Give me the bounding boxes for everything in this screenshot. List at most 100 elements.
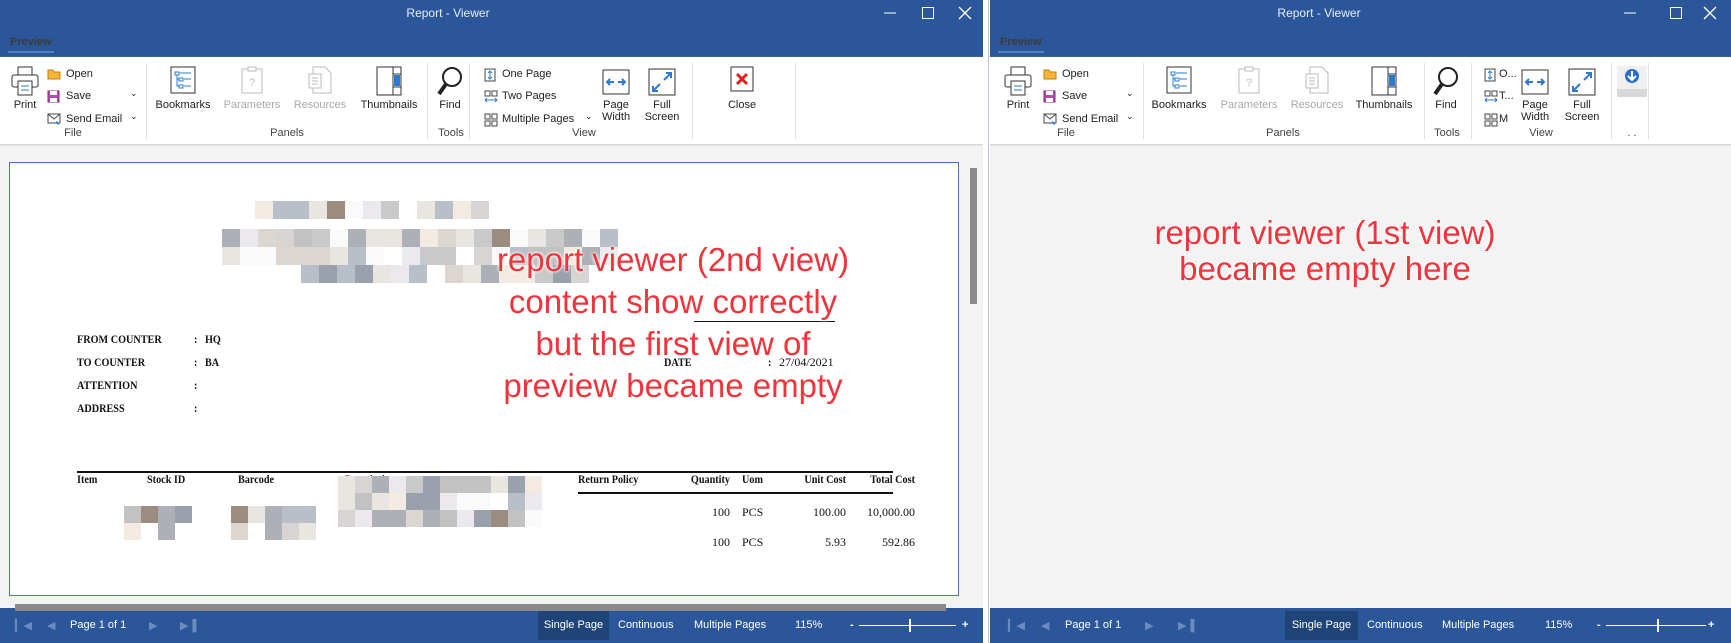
page-width-label: Width — [1520, 111, 1550, 123]
multiple-pages-mode-button[interactable]: Multiple Pages — [694, 619, 766, 631]
close-window-button[interactable] — [954, 3, 976, 23]
cell-uom: PCS — [742, 535, 764, 549]
continuous-mode-button[interactable]: Continuous — [618, 619, 674, 631]
zoom-slider-thumb[interactable] — [1657, 619, 1659, 632]
parameters-icon: ? — [1238, 66, 1260, 97]
horizontal-scrollbar[interactable] — [15, 604, 946, 611]
close-button[interactable]: Close — [720, 59, 764, 121]
close-window-button[interactable] — [1699, 3, 1721, 23]
navigate-down-button[interactable] — [1617, 66, 1647, 100]
save-button[interactable]: Save ⌄ — [47, 88, 140, 106]
last-page-button[interactable]: ▶▐ — [1178, 619, 1194, 632]
chevron-down-icon: ⌄ — [130, 88, 138, 98]
page-width-label: Page — [603, 99, 629, 111]
maximize-button[interactable] — [1665, 3, 1687, 23]
next-page-button[interactable]: ▶ — [149, 619, 157, 632]
column-header: Return Policy — [578, 472, 639, 486]
page-width-button[interactable]: Page Width — [594, 59, 638, 123]
multiple-pages-button[interactable]: Multiple Pages ⌄ — [484, 111, 595, 128]
cell-total-cost: 10,000.00 — [867, 505, 915, 519]
page-width-button[interactable]: Page Width — [1513, 59, 1557, 123]
find-button[interactable]: Find — [1424, 59, 1468, 121]
two-pages-label: Two Pages — [502, 90, 557, 102]
open-icon — [47, 68, 61, 83]
tab-preview[interactable]: Preview — [998, 36, 1044, 53]
group-divider — [1648, 63, 1649, 139]
chevron-down-icon: ⌄ — [130, 111, 138, 121]
parameters-button[interactable]: ? Parameters — [224, 59, 280, 121]
open-icon — [1043, 68, 1057, 83]
single-page-mode-button[interactable]: Single Page — [1285, 611, 1358, 640]
zoom-in-button[interactable]: + — [962, 619, 968, 631]
view-group-label: View — [572, 127, 596, 139]
continuous-mode-button[interactable]: Continuous — [1367, 619, 1423, 631]
multiple-pages-mode-button[interactable]: Multiple Pages — [1442, 619, 1514, 631]
two-pages-icon — [1484, 90, 1498, 107]
print-button[interactable]: Print — [996, 59, 1040, 121]
zoom-slider-thumb[interactable] — [909, 619, 911, 632]
next-page-button[interactable]: ▶ — [1145, 619, 1153, 632]
send-email-button[interactable]: Send Email ⌄ — [47, 111, 140, 128]
one-page-button[interactable]: One Page — [484, 67, 552, 83]
zoom-out-button[interactable]: - — [1597, 619, 1601, 631]
minimize-button[interactable] — [1619, 3, 1641, 23]
last-page-button[interactable]: ▶▐ — [180, 619, 196, 632]
send-email-label: Send Email — [1062, 113, 1119, 125]
find-icon — [437, 66, 463, 99]
resources-icon — [1305, 66, 1329, 97]
thumbnails-button[interactable]: Thumbnails — [361, 59, 417, 121]
page-indicator: Page 1 of 1 — [1065, 619, 1122, 631]
save-label: Save — [66, 90, 92, 102]
single-page-mode-button[interactable]: Single Page — [538, 611, 609, 640]
first-page-button[interactable]: ▎◀ — [15, 619, 32, 632]
chevron-down-icon: ⌄ — [585, 111, 593, 121]
full-screen-label: Full — [653, 99, 671, 111]
open-button[interactable]: Open — [47, 67, 96, 83]
resources-button[interactable]: Resources — [1291, 59, 1343, 121]
zoom-slider-track[interactable] — [1606, 625, 1706, 626]
zoom-level: 115% — [795, 619, 823, 631]
previous-page-button[interactable]: ◀ — [1041, 619, 1049, 632]
thumbnails-button[interactable]: Thumbnails — [1356, 59, 1412, 121]
parameters-button[interactable]: ? Parameters — [1221, 59, 1277, 121]
full-screen-icon — [648, 68, 676, 99]
open-button[interactable]: Open — [1043, 67, 1092, 83]
thumbnails-icon — [376, 66, 402, 99]
resources-button[interactable]: Resources — [294, 59, 346, 121]
send-email-button[interactable]: Send Email ⌄ — [1043, 111, 1136, 128]
annotation-text: became empty here — [1179, 250, 1471, 287]
find-button[interactable]: Find — [428, 59, 472, 121]
find-icon — [1433, 66, 1459, 99]
save-label: Save — [1062, 90, 1088, 102]
resources-icon — [308, 66, 332, 97]
one-page-icon — [1484, 68, 1496, 85]
resources-label: Resources — [293, 99, 347, 111]
bookmarks-button[interactable]: Bookmarks — [155, 59, 211, 121]
page-width-icon — [602, 69, 630, 98]
minimize-button[interactable] — [879, 3, 901, 23]
first-page-button[interactable]: ▎◀ — [1008, 619, 1025, 632]
tab-preview[interactable]: Preview — [8, 36, 54, 53]
status-bar: ▎◀ ◀ Page 1 of 1 ▶ ▶▐ Single Page Continuous Mu… — [990, 608, 1731, 643]
print-icon — [11, 66, 39, 99]
print-button[interactable]: Print — [3, 59, 47, 121]
status-bar: ▎◀ ◀ Page 1 of 1 ▶ ▶▐ Single Page Continuous Mu… — [0, 608, 983, 643]
zoom-out-button[interactable]: - — [850, 619, 854, 631]
left-viewer-window: Report - Viewer Preview Print Open Save ⌄ Send… — [0, 0, 983, 643]
save-icon — [47, 90, 60, 106]
bookmarks-button[interactable]: Bookmarks — [1151, 59, 1207, 121]
open-label: Open — [66, 68, 93, 80]
zoom-in-button[interactable]: + — [1708, 619, 1714, 631]
save-button[interactable]: Save ⌄ — [1043, 88, 1136, 105]
full-screen-button[interactable]: Full Screen — [640, 59, 684, 123]
full-screen-button[interactable]: Full Screen — [1560, 59, 1604, 123]
bookmarks-icon — [170, 66, 196, 97]
previous-page-button[interactable]: ◀ — [47, 619, 55, 632]
zoom-slider-track[interactable] — [859, 625, 956, 626]
multiple-pages-label: M — [1499, 113, 1509, 125]
maximize-button[interactable] — [917, 3, 939, 23]
field-label: TO COUNTER — [77, 355, 146, 369]
two-pages-button[interactable]: Two Pages — [484, 89, 556, 105]
vertical-scrollbar[interactable] — [970, 168, 977, 304]
group-divider — [1471, 63, 1472, 139]
